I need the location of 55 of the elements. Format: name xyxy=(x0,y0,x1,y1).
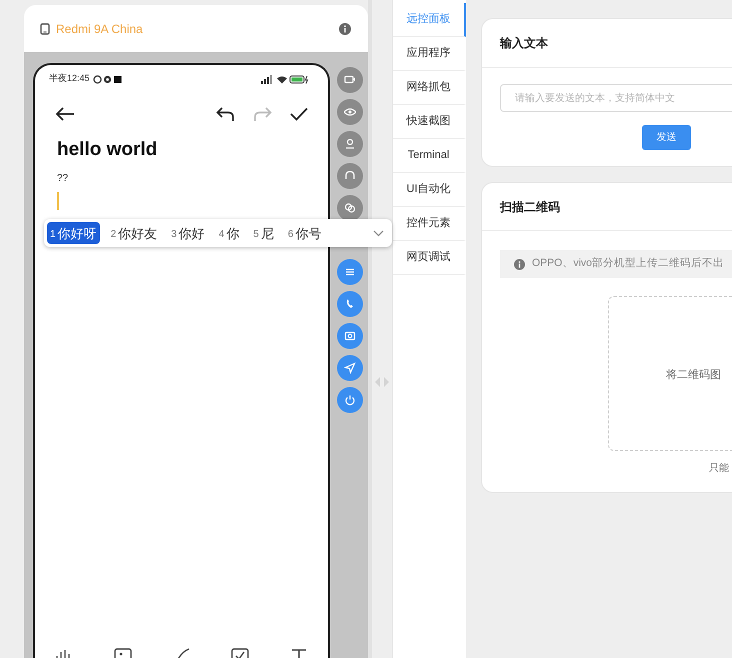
nav-tab[interactable]: 快速截图 xyxy=(393,105,466,139)
nav-tab[interactable]: Terminal xyxy=(393,139,466,173)
video-button[interactable] xyxy=(337,67,363,93)
candidate-word[interactable]: 2你好友 xyxy=(108,222,160,244)
video-icon xyxy=(344,74,356,86)
back-arrow-icon[interactable] xyxy=(55,106,75,122)
phone-call-button[interactable] xyxy=(337,291,363,317)
status-indicators xyxy=(260,74,310,84)
power-button[interactable] xyxy=(337,387,363,413)
status-icons xyxy=(92,74,123,84)
power-icon xyxy=(344,394,356,406)
candidate-word[interactable]: 3你好 xyxy=(168,222,208,244)
overlap-circles-button[interactable] xyxy=(337,195,363,221)
candidate-word[interactable]: 5 尼 xyxy=(250,222,277,244)
candidate-word[interactable]: 6 你号 xyxy=(284,222,324,244)
checkbox-icon[interactable] xyxy=(231,648,250,658)
text-input-field[interactable]: 请输入要发送的文本，支持简体中文 xyxy=(500,84,732,112)
info-icon[interactable] xyxy=(339,22,351,34)
camera-icon xyxy=(344,330,356,342)
sliders-button[interactable] xyxy=(337,259,363,285)
card-title: 扫描二维码 xyxy=(500,198,560,216)
note-text: ?? xyxy=(57,172,68,186)
card-title: 输入文本 xyxy=(500,35,548,52)
hint-text: 只能 xyxy=(709,462,729,476)
overlap-circles-icon xyxy=(344,202,356,214)
upload-drop-zone[interactable]: 将二维码图 xyxy=(608,296,732,451)
drop-zone-text: 将二维码图 xyxy=(666,368,721,384)
note-title: hello world xyxy=(57,138,158,162)
phone-icon xyxy=(40,22,50,34)
text-cursor xyxy=(57,192,59,210)
eye-button[interactable] xyxy=(337,99,363,125)
candidate-word[interactable]: 1 你好呀 xyxy=(47,222,100,244)
status-time: 半夜12:45 xyxy=(49,72,90,86)
nav-tab[interactable]: 网络抓包 xyxy=(393,71,466,105)
nav-tab[interactable]: UI自动化 xyxy=(393,173,466,207)
check-icon[interactable] xyxy=(290,107,308,121)
undo-icon[interactable] xyxy=(216,106,235,122)
nav-tab[interactable]: 应用程序 xyxy=(393,37,466,71)
candidate-word[interactable]: 4 你 xyxy=(216,222,242,244)
info-icon xyxy=(514,258,525,270)
sliders-icon xyxy=(344,266,356,278)
location-arrow-button[interactable] xyxy=(337,355,363,381)
nav-tab[interactable]: 网页调试 xyxy=(393,241,466,275)
eye-icon xyxy=(344,106,356,118)
device-name: Redmi 9A China xyxy=(56,20,143,38)
person-button[interactable] xyxy=(337,131,363,157)
chevron-down-icon[interactable] xyxy=(373,230,384,236)
redo-icon[interactable] xyxy=(253,106,272,122)
person-icon xyxy=(344,138,356,150)
camera-button[interactable] xyxy=(337,323,363,349)
notice-text: OPPO、vivo部分机型上传二维码后不出 xyxy=(532,256,724,272)
image-icon[interactable] xyxy=(114,648,132,658)
phone-call-icon xyxy=(344,298,356,310)
text-format-icon[interactable] xyxy=(290,648,308,658)
location-arrow-icon xyxy=(344,362,356,374)
